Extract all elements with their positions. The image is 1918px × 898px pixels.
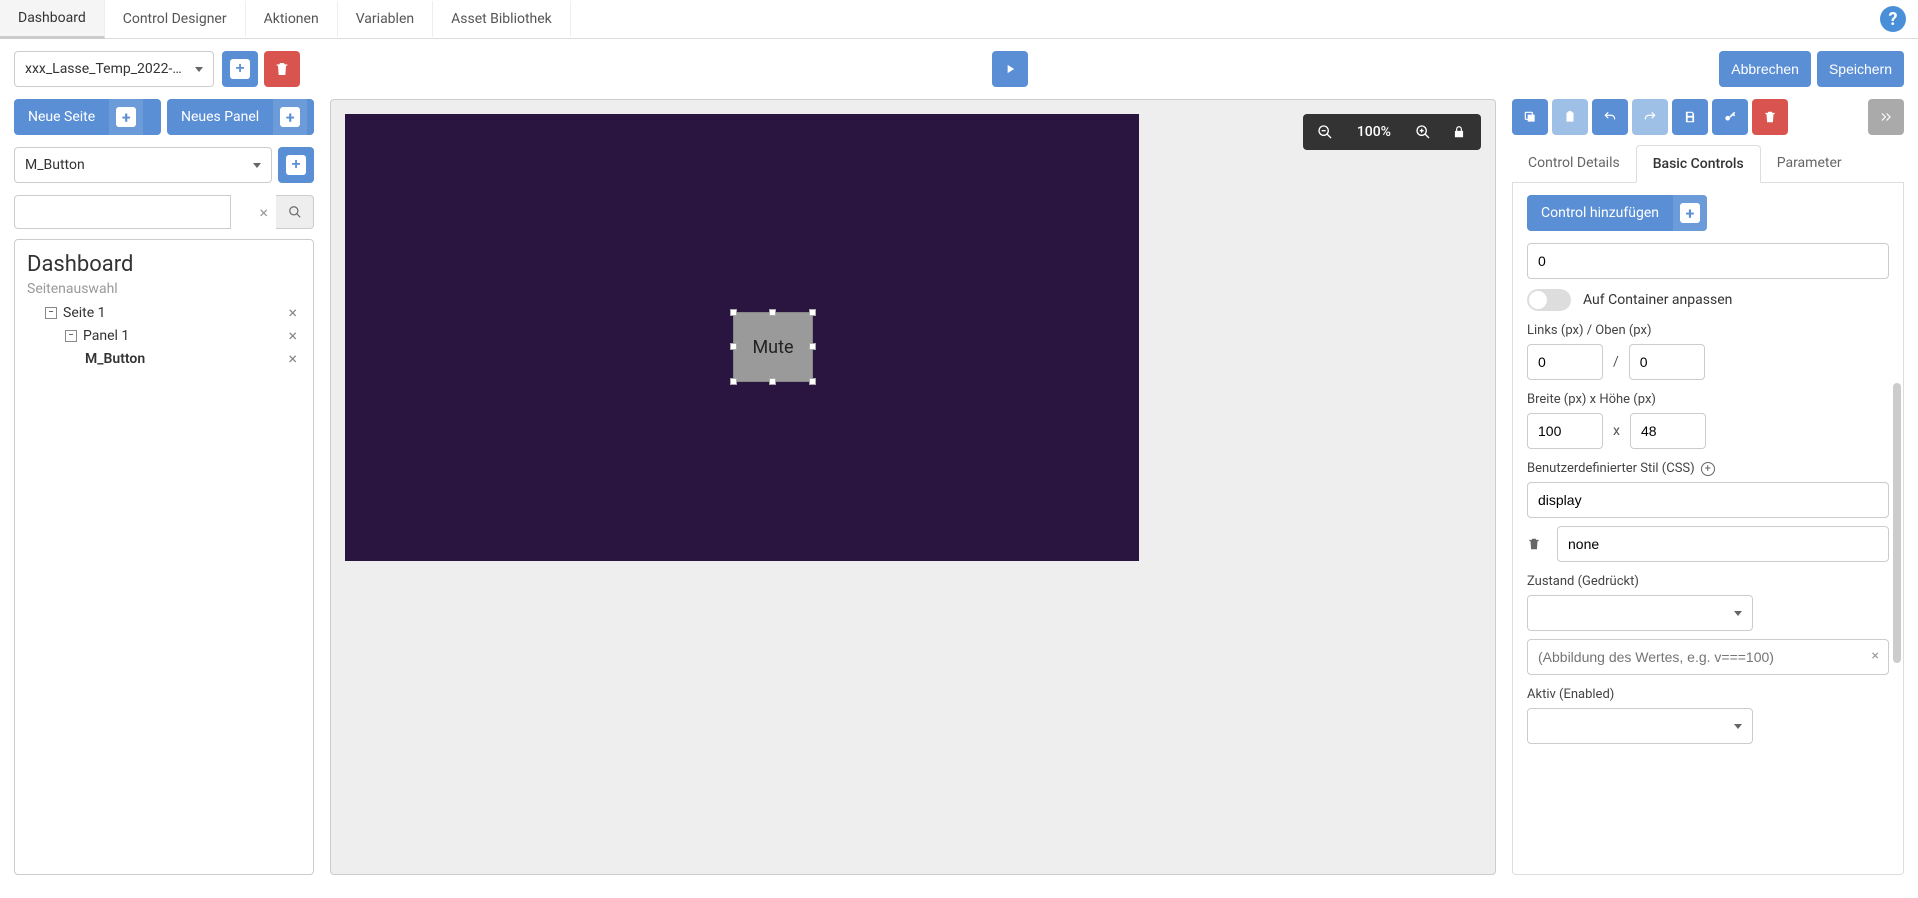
chevron-down-icon — [253, 163, 261, 168]
add-dashboard-button[interactable]: + — [222, 51, 258, 87]
resize-handle[interactable] — [730, 309, 737, 316]
slash-separator: / — [1613, 354, 1619, 370]
add-control-button[interactable]: Control hinzufügen + — [1527, 195, 1707, 231]
links-oben-label: Links (px) / Oben (px) — [1527, 323, 1889, 338]
resize-handle[interactable] — [809, 309, 816, 316]
collapse-icon[interactable]: − — [45, 307, 57, 319]
right-panel: Control Details Basic Controls Parameter… — [1512, 99, 1904, 875]
canvas-area[interactable]: Mute 100% — [330, 99, 1496, 875]
new-page-button[interactable]: Neue Seite + — [14, 99, 161, 135]
play-button[interactable] — [992, 51, 1028, 87]
chevron-down-icon — [195, 67, 203, 72]
delete-props-button[interactable] — [1752, 99, 1788, 135]
add-css-button[interactable]: + — [1701, 462, 1715, 476]
css-value-input[interactable] — [1557, 526, 1889, 562]
resize-handle[interactable] — [809, 378, 816, 385]
undo-button[interactable] — [1592, 99, 1628, 135]
css-prop-input[interactable] — [1527, 482, 1889, 518]
tree-panel: Dashboard Seitenauswahl − Seite 1 × − Pa… — [14, 239, 314, 875]
tab-variablen[interactable]: Variablen — [338, 1, 433, 37]
control-label: Mute — [752, 337, 793, 358]
resize-handle[interactable] — [769, 309, 776, 316]
main-toolbar: xxx_Lasse_Temp_2022-11-... + Abbrechen S… — [0, 39, 1918, 99]
left-panel: Neue Seite + Neues Panel + M_Button + × — [14, 99, 314, 875]
breite-input[interactable] — [1527, 413, 1603, 449]
tree-title: Dashboard — [27, 252, 301, 277]
control-type-select[interactable]: M_Button — [14, 147, 272, 183]
x-separator: x — [1613, 423, 1620, 439]
delete-page-icon[interactable]: × — [284, 303, 301, 322]
tab-asset-bibliothek[interactable]: Asset Bibliothek — [433, 1, 571, 37]
search-button[interactable] — [276, 195, 314, 229]
delete-control-icon[interactable]: × — [284, 349, 301, 368]
key-button[interactable] — [1712, 99, 1748, 135]
preview-panel[interactable]: Mute — [345, 114, 1139, 561]
expand-panel-button[interactable] — [1868, 99, 1904, 135]
tab-basic-controls[interactable]: Basic Controls — [1636, 145, 1761, 183]
css-label: Benutzerdefinierter Stil (CSS) + — [1527, 461, 1889, 476]
collapse-icon[interactable]: − — [65, 330, 77, 342]
fit-container-toggle[interactable] — [1527, 289, 1571, 311]
tab-dashboard[interactable]: Dashboard — [0, 0, 105, 39]
chevron-down-icon — [1734, 724, 1742, 729]
tree-item-panel[interactable]: − Panel 1 × — [27, 324, 301, 347]
zoom-in-button[interactable] — [1405, 114, 1441, 150]
tab-control-details[interactable]: Control Details — [1512, 145, 1636, 182]
resize-handle[interactable] — [809, 343, 816, 350]
oben-input[interactable] — [1629, 344, 1705, 380]
tree-item-control[interactable]: M_Button × — [27, 347, 301, 370]
aktiv-select[interactable] — [1527, 708, 1753, 744]
new-panel-button[interactable]: Neues Panel + — [167, 99, 314, 135]
scrollbar[interactable] — [1893, 383, 1901, 663]
delete-dashboard-button[interactable] — [264, 51, 300, 87]
tab-control-designer[interactable]: Control Designer — [105, 1, 246, 37]
links-input[interactable] — [1527, 344, 1603, 380]
delete-css-icon[interactable] — [1527, 537, 1547, 551]
control-type-label: M_Button — [25, 157, 85, 173]
zoom-out-button[interactable] — [1307, 114, 1343, 150]
properties-body: Control hinzufügen + Auf Container anpas… — [1512, 183, 1904, 875]
dashboard-select[interactable]: xxx_Lasse_Temp_2022-11-... — [14, 51, 214, 87]
add-control-left-button[interactable]: + — [278, 147, 314, 183]
zustand-select[interactable] — [1527, 595, 1753, 631]
clear-mapping-icon[interactable]: × — [1872, 648, 1879, 664]
breite-hoehe-label: Breite (px) x Höhe (px) — [1527, 392, 1889, 407]
tree-item-page[interactable]: − Seite 1 × — [27, 301, 301, 324]
tab-parameter[interactable]: Parameter — [1761, 145, 1858, 182]
paste-button[interactable] — [1552, 99, 1588, 135]
dashboard-select-label: xxx_Lasse_Temp_2022-11-... — [25, 61, 187, 77]
help-icon[interactable]: ? — [1880, 6, 1906, 32]
save-button[interactable]: Speichern — [1817, 51, 1904, 87]
clear-search-icon[interactable]: × — [259, 203, 268, 222]
aktiv-label: Aktiv (Enabled) — [1527, 687, 1889, 702]
mapping-input[interactable] — [1527, 639, 1889, 675]
tree-search-input[interactable] — [14, 195, 231, 229]
lock-button[interactable] — [1441, 114, 1477, 150]
fit-container-label: Auf Container anpassen — [1583, 292, 1732, 308]
resize-handle[interactable] — [730, 343, 737, 350]
right-tab-bar: Control Details Basic Controls Parameter — [1512, 145, 1904, 183]
resize-handle[interactable] — [730, 378, 737, 385]
copy-button[interactable] — [1512, 99, 1548, 135]
top-tab-bar: Dashboard Control Designer Aktionen Vari… — [0, 0, 1918, 39]
canvas-toolbar: 100% — [1303, 114, 1481, 150]
mute-button-control[interactable]: Mute — [733, 312, 813, 382]
zoom-level: 100% — [1343, 124, 1405, 140]
value-input[interactable] — [1527, 243, 1889, 279]
delete-panel-icon[interactable]: × — [284, 326, 301, 345]
save-props-button[interactable] — [1672, 99, 1708, 135]
hoehe-input[interactable] — [1630, 413, 1706, 449]
tab-aktionen[interactable]: Aktionen — [246, 1, 338, 37]
resize-handle[interactable] — [769, 378, 776, 385]
zustand-label: Zustand (Gedrückt) — [1527, 574, 1889, 589]
cancel-button[interactable]: Abbrechen — [1719, 51, 1811, 87]
tree-subtitle: Seitenauswahl — [27, 281, 301, 297]
chevron-down-icon — [1734, 611, 1742, 616]
redo-button[interactable] — [1632, 99, 1668, 135]
